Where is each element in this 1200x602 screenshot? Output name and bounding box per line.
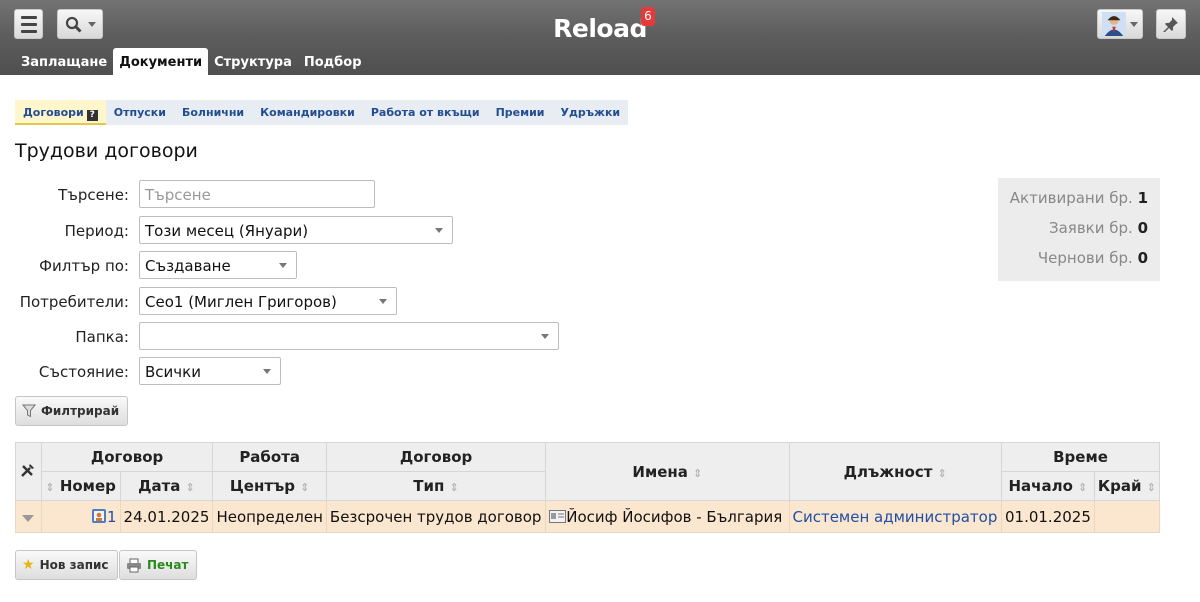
page-title: Трудови договори: [15, 140, 198, 162]
subtab-bonuses[interactable]: Премии: [488, 100, 553, 125]
status-select[interactable]: Всички: [139, 357, 281, 385]
tab-structure[interactable]: Структура: [208, 48, 298, 75]
folder-label: Папка:: [75, 328, 129, 346]
header-end[interactable]: Край ⇕: [1093, 471, 1161, 501]
header-center[interactable]: Център ⇕: [212, 471, 327, 501]
triangle-down-icon: [22, 514, 35, 522]
star-icon: ★: [22, 557, 35, 573]
header-position[interactable]: Длъжност ⇕: [788, 442, 1002, 501]
sort-icon: ⇕: [185, 481, 195, 494]
subtab-contracts[interactable]: Договори?: [15, 100, 106, 125]
sort-icon: ⇕: [693, 466, 703, 480]
folder-select[interactable]: [139, 322, 559, 350]
cell-number[interactable]: 1: [40, 500, 121, 533]
sort-icon: ⇕: [300, 481, 310, 494]
chevron-down-icon: [279, 263, 287, 268]
pin-icon: [1163, 17, 1178, 32]
table-row[interactable]: 1 24.01.2025 Неопределен Безсрочен трудо…: [15, 500, 1161, 533]
chevron-down-icon: [541, 334, 549, 339]
tab-documents[interactable]: Документи: [113, 48, 209, 75]
filter-by-select[interactable]: Създаване: [139, 251, 297, 279]
header-work: Работа: [212, 442, 327, 472]
filter-by-label: Филтър по:: [39, 257, 129, 275]
tools-icon: [21, 463, 35, 477]
period-label: Период:: [64, 222, 129, 240]
contract-icon: [92, 508, 106, 523]
stat-activated: Активирани бр. 1: [1009, 189, 1148, 207]
cell-center: Неопределен: [212, 500, 327, 533]
header-time: Време: [1000, 442, 1161, 472]
cell-end: [1093, 500, 1161, 533]
header-date[interactable]: Дата ⇕: [119, 471, 214, 501]
tab-payments[interactable]: Заплащане: [15, 48, 113, 75]
cell-name[interactable]: Йосиф Йосифов - България: [545, 500, 790, 533]
sort-icon: ⇕: [937, 466, 947, 480]
stat-drafts: Чернови бр. 0: [1037, 249, 1148, 267]
column-settings-button[interactable]: [15, 442, 42, 501]
period-select[interactable]: Този месец (Януари): [139, 216, 453, 244]
printer-icon: [127, 558, 141, 572]
header-number[interactable]: ⇕ Номер: [40, 471, 121, 501]
cell-type: Безсрочен трудов договор: [325, 500, 547, 533]
status-label: Състояние:: [38, 363, 129, 381]
subtab-remote-work[interactable]: Работа от вкъщи: [363, 100, 488, 125]
cell-date: 24.01.2025: [119, 500, 214, 533]
pin-button[interactable]: [1156, 9, 1186, 39]
subtab-leaves[interactable]: Отпуски: [106, 100, 174, 125]
chevron-down-icon: [263, 369, 271, 374]
stat-requests: Заявки бр. 0: [1048, 219, 1148, 237]
sort-icon: ⇕: [45, 481, 55, 494]
funnel-icon: [22, 404, 36, 418]
header-names[interactable]: Имена ⇕: [545, 442, 790, 501]
subtab-deductions[interactable]: Удръжки: [553, 100, 629, 125]
stats-panel: Активирани бр. 1 Заявки бр. 0 Чернови бр…: [998, 178, 1160, 281]
sort-icon: ⇕: [1146, 481, 1156, 494]
chevron-down-icon: [1130, 21, 1138, 27]
subtab-sick-leaves[interactable]: Болнични: [174, 100, 252, 125]
search-input[interactable]: Търсене: [139, 180, 375, 208]
help-icon[interactable]: ?: [86, 110, 98, 121]
header-type[interactable]: Тип ⇕: [325, 471, 547, 501]
avatar: [1102, 12, 1126, 36]
header-start[interactable]: Начало ⇕: [1000, 471, 1095, 501]
print-button[interactable]: Печат: [119, 550, 198, 580]
subtab-business-trips[interactable]: Командировки: [252, 100, 363, 125]
main-tabs: Заплащане Документи Структура Подбор: [15, 48, 368, 75]
row-expand-button[interactable]: [15, 500, 42, 533]
user-menu-button[interactable]: [1097, 9, 1143, 39]
new-record-button[interactable]: ★ Нов запис: [15, 550, 118, 580]
sort-icon: ⇕: [449, 481, 459, 494]
id-card-icon: [549, 509, 567, 523]
search-label: Търсене:: [58, 186, 129, 204]
contracts-table: Договор Работа Договор Имена ⇕ Длъжност …: [15, 442, 1161, 533]
cell-position[interactable]: Системен администратор: [788, 500, 1002, 533]
chevron-down-icon: [435, 228, 443, 233]
top-bar: Reload 6 Заплащане Документи Структура П…: [0, 0, 1200, 75]
notification-badge[interactable]: 6: [641, 7, 655, 26]
sort-icon: ⇕: [1078, 481, 1088, 494]
filter-button[interactable]: Филтрирай: [15, 396, 129, 426]
header-contract-2: Договор: [325, 442, 547, 472]
tab-recruitment[interactable]: Подбор: [298, 48, 368, 75]
chevron-down-icon: [379, 299, 387, 304]
users-label: Потребители:: [19, 293, 129, 311]
users-select[interactable]: Ceo1 (Миглен Григоров): [139, 287, 397, 315]
cell-start: 01.01.2025: [1000, 500, 1095, 533]
header-contract: Договор: [40, 442, 214, 472]
sub-tabs: Договори? Отпуски Болнични Командировки …: [15, 100, 629, 125]
app-title: Reload: [553, 14, 647, 43]
